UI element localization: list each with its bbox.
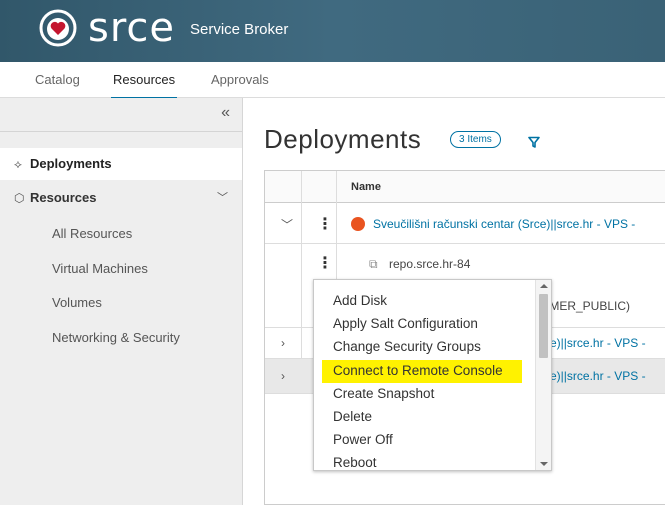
menu-scrollbar[interactable] xyxy=(535,280,551,470)
menu-item-reboot[interactable]: Reboot xyxy=(314,452,536,470)
row-actions-kebab-icon[interactable]: ⋮ xyxy=(317,253,333,273)
sidebar-item-virtual-machines[interactable]: Virtual Machines xyxy=(52,261,148,276)
grid-header: Name xyxy=(265,171,665,203)
sidebar-item-deployments[interactable]: ⟡ Deployments xyxy=(0,148,242,180)
sidebar-item-volumes[interactable]: Volumes xyxy=(52,295,102,310)
menu-item-connect-remote-console[interactable]: Connect to Remote Console xyxy=(322,360,522,383)
top-nav-tabs: Catalog Resources Approvals xyxy=(0,62,665,100)
deployment-name-link[interactable]: rce)||srce.hr - VPS - xyxy=(540,369,646,383)
brand-wordmark: srce xyxy=(88,5,176,51)
tab-approvals[interactable]: Approvals xyxy=(211,72,269,87)
chevron-down-icon: ﹀ xyxy=(217,192,228,204)
menu-item-change-security-groups[interactable]: Change Security Groups xyxy=(314,336,536,359)
collapse-sidebar-icon[interactable]: « xyxy=(221,104,230,122)
chevron-down-icon[interactable]: ﹀ xyxy=(281,216,293,233)
app-header: srce Service Broker xyxy=(0,0,665,62)
page-title: Deployments xyxy=(264,124,422,154)
vm-name[interactable]: repo.srce.hr-84 xyxy=(389,257,470,271)
sidebar: « ⟡ Deployments ⬡ Resources ﹀ All Resour… xyxy=(0,98,243,505)
tab-resources[interactable]: Resources xyxy=(110,72,178,100)
sidebar-item-label: Resources xyxy=(30,190,97,205)
menu-item-power-off[interactable]: Power Off xyxy=(314,429,536,452)
sidebar-item-all-resources[interactable]: All Resources xyxy=(52,226,132,241)
sidebar-divider xyxy=(0,131,242,132)
deployments-icon: ⟡ xyxy=(14,157,22,171)
tab-catalog[interactable]: Catalog xyxy=(35,72,80,87)
sidebar-item-networking-security[interactable]: Networking & Security xyxy=(52,330,180,345)
row-actions-menu: Add Disk Apply Salt Configuration Change… xyxy=(313,279,552,471)
column-header-name[interactable]: Name xyxy=(351,181,381,193)
menu-item-add-disk[interactable]: Add Disk xyxy=(314,290,536,313)
scrollbar-thumb[interactable] xyxy=(539,294,548,358)
menu-item-create-snapshot[interactable]: Create Snapshot xyxy=(314,383,536,406)
chevron-right-icon[interactable]: › xyxy=(281,336,285,350)
app-name: Service Broker xyxy=(190,21,289,38)
item-count-badge: 3 Items xyxy=(450,131,501,148)
sidebar-group-resources[interactable]: ⬡ Resources ﹀ xyxy=(0,182,242,214)
ubuntu-icon xyxy=(351,217,365,231)
cube-icon: ⬡ xyxy=(14,191,25,205)
srce-logo-icon xyxy=(39,9,77,47)
deployment-name-link[interactable]: Sveučilišni računski centar (Srce)||srce… xyxy=(373,217,635,231)
chevron-right-icon[interactable]: › xyxy=(281,369,285,383)
vm-icon: ⧉ xyxy=(369,257,378,271)
scroll-down-icon[interactable] xyxy=(540,462,548,466)
deployment-name-link[interactable]: rce)||srce.hr - VPS - xyxy=(540,336,646,350)
network-name: OMER_PUBLIC) xyxy=(540,299,631,313)
table-row[interactable]: ﹀ ⋮ Sveučilišni računski centar (Srce)||… xyxy=(265,204,665,244)
table-row[interactable]: ⋮ ⧉ repo.srce.hr-84 xyxy=(265,245,665,283)
menu-item-delete[interactable]: Delete xyxy=(314,406,536,429)
scroll-up-icon[interactable] xyxy=(540,284,548,288)
row-actions-kebab-icon[interactable]: ⋮ xyxy=(317,214,333,234)
filter-icon[interactable] xyxy=(528,136,540,148)
sidebar-item-label: Deployments xyxy=(30,156,112,171)
menu-item-apply-salt-configuration[interactable]: Apply Salt Configuration xyxy=(314,313,536,336)
